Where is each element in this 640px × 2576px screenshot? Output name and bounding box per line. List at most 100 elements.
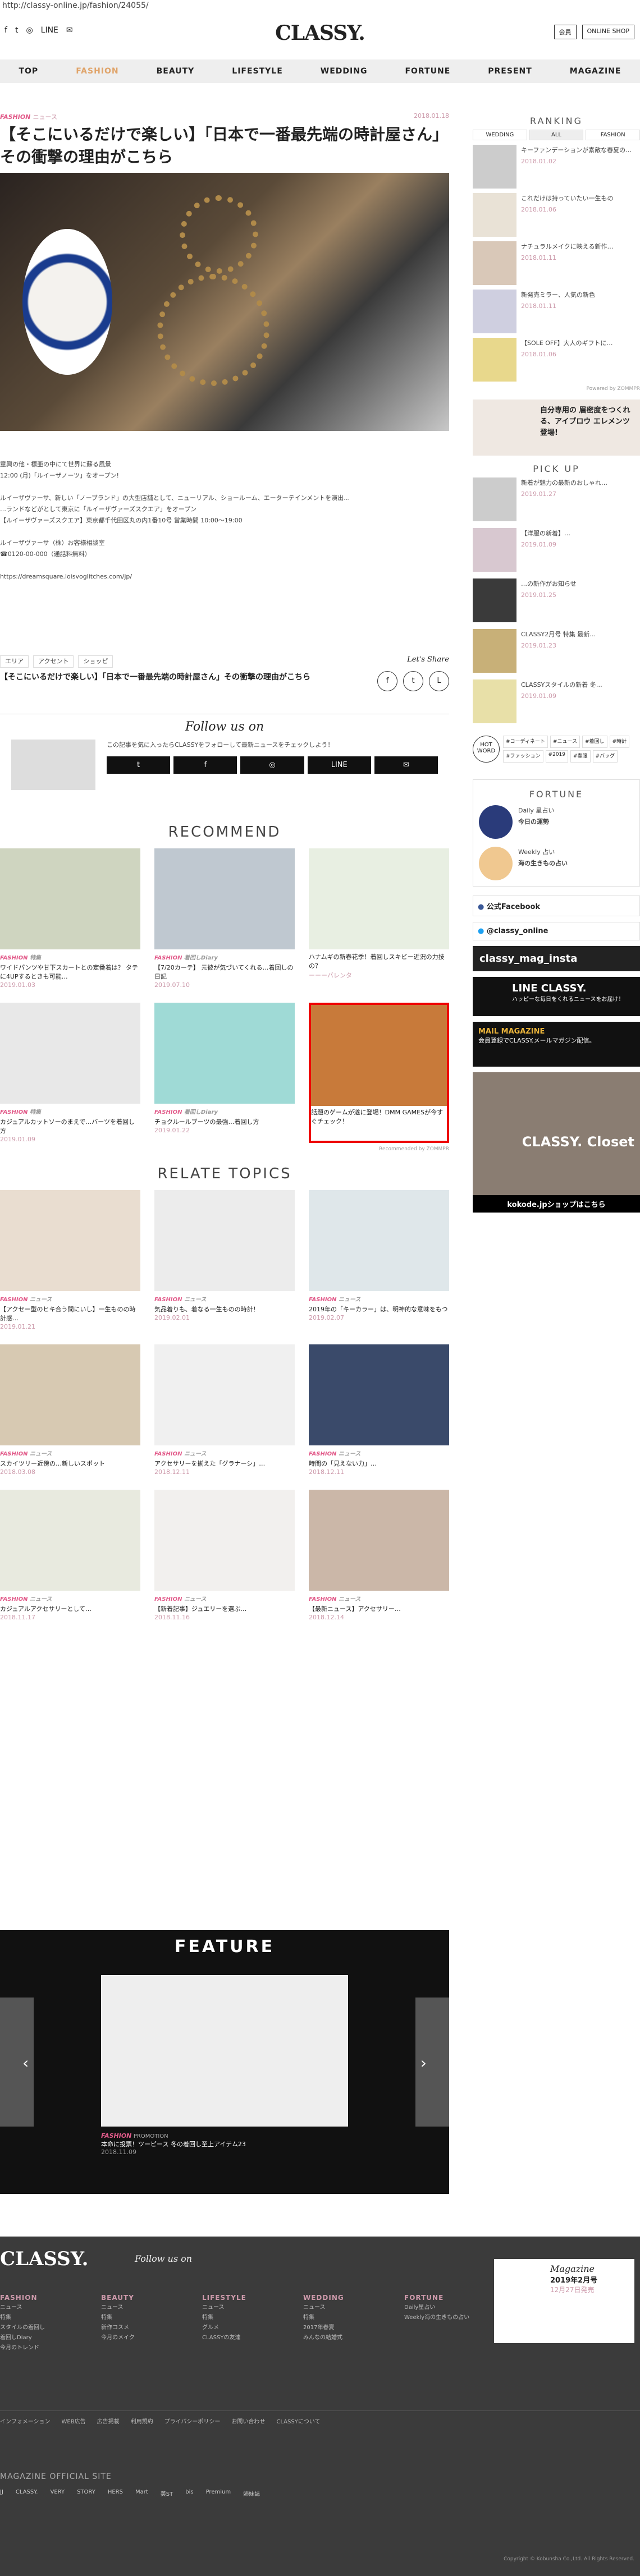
relate-card[interactable]: FASHION ニュース 【新着記事】ジュエリーを選ぶ… 2018.11.16 bbox=[154, 1490, 295, 1621]
footer-col: FORTUNE Daily星占い Weekly海の生きもの占い bbox=[404, 2294, 470, 2321]
follow-text: この記事を気に入ったらCLASSYをフォローして最新ニュースをチェックしよう！ bbox=[107, 741, 334, 749]
article-sub: ニュース bbox=[33, 113, 57, 121]
hot-word[interactable]: #時計 bbox=[609, 736, 630, 748]
pickup-item[interactable]: 【洋服の新着】… 2019.01.09 bbox=[473, 528, 640, 578]
share-line-icon[interactable]: L bbox=[429, 671, 449, 691]
nav-top[interactable]: TOP bbox=[19, 67, 38, 76]
line-banner[interactable]: LINE CLASSY. ハッピーな毎日をくれるニュースをお届け！ bbox=[473, 977, 640, 1016]
site-logo[interactable]: CLASSY. bbox=[0, 21, 640, 45]
pickup-item[interactable]: 新着が魅力の最新のおしゃれ… 2019.01.27 bbox=[473, 477, 640, 528]
hot-word[interactable]: #春服 bbox=[570, 750, 591, 763]
instagram-banner[interactable]: classy_mag_insta bbox=[473, 946, 640, 971]
feature-section: FEATURE ‹ › FASHION PROMOTION 本命に投票！ツーピー… bbox=[0, 1930, 449, 2194]
twitter-box[interactable]: ● @classy_online bbox=[473, 922, 640, 940]
hot-word[interactable]: #着回し bbox=[582, 736, 607, 748]
hot-word[interactable]: #バッグ bbox=[592, 750, 618, 763]
relate-card[interactable]: FASHION ニュース 気品着りも、着なる一生ものの時計！ 2019.02.01 bbox=[154, 1190, 295, 1330]
fortune-heading: FORTUNE bbox=[529, 789, 584, 800]
ranking-item[interactable]: 【SOLE OFF】大人のギフトに… 2018.01.06 bbox=[473, 338, 640, 386]
relate-card[interactable]: FASHION ニュース スカイツリー近傍の…新しいスポット 2018.03.08 bbox=[0, 1344, 140, 1476]
tag[interactable]: アクセント bbox=[33, 655, 74, 668]
tag[interactable]: エリア bbox=[0, 655, 29, 668]
hot-word[interactable]: #ファッション bbox=[503, 750, 543, 763]
feature-heading: FEATURE bbox=[174, 1937, 275, 1957]
gear-shape bbox=[157, 274, 269, 386]
fortune-box: FORTUNE Daily 星占い 今日の運勢 Weekly 占い 海の生きもの占い bbox=[473, 779, 640, 887]
relate-card[interactable]: FASHION ニュース 【最新ニュース】アクセサリー… 2018.12.14 bbox=[309, 1490, 449, 1621]
recommend-card[interactable]: FASHION 着回しDiary 【7/20カーテ】 元彼が気づいてくれる…着回し… bbox=[154, 848, 295, 989]
follow-twitter-button[interactable]: t bbox=[107, 756, 171, 774]
footer-follow: Follow us on bbox=[135, 2253, 193, 2264]
ranking-item[interactable]: ナチュラルメイクに映える新作… 2018.01.11 bbox=[473, 241, 640, 290]
relate-card[interactable]: FASHION ニュース カジュアルアクセサリーとして… 2018.11.17 bbox=[0, 1490, 140, 1621]
hot-word[interactable]: #2019 bbox=[545, 750, 568, 763]
chevron-right-icon[interactable]: › bbox=[420, 2054, 427, 2072]
daily-fortune[interactable]: Daily 星占い 今日の運勢 bbox=[479, 805, 634, 839]
hot-word[interactable]: #コーディネート bbox=[503, 736, 548, 748]
weekly-fortune[interactable]: Weekly 占い 海の生きもの占い bbox=[479, 847, 634, 880]
ranking-item[interactable]: これだけは持っていたい一生もの 2018.01.06 bbox=[473, 193, 640, 241]
relate-heading: RELATE TOPICS bbox=[157, 1165, 292, 1182]
main-nav: TOP FASHION BEAUTY LIFESTYLE WEDDING FOR… bbox=[0, 59, 640, 83]
follow-thumbnail bbox=[11, 740, 95, 790]
article-link[interactable]: https://dreamsquare.loisvoglitches.com/j… bbox=[0, 571, 449, 582]
share-twitter-icon[interactable]: t bbox=[403, 671, 423, 691]
recommend-card[interactable]: ハナムギの新春花季！着回しスキビー近況の力技の？ ーーーバレンタ bbox=[309, 848, 449, 989]
pickup-item[interactable]: CLASSYスタイルの新着 冬… 2019.01.09 bbox=[473, 679, 640, 730]
article-text: 12:00 (月)「ルイーザノーツ」をオープン! bbox=[0, 472, 119, 479]
ranking-tab[interactable]: ALL bbox=[529, 130, 584, 140]
pickup-item[interactable]: CLASSY2月号 特集 最新… 2019.01.23 bbox=[473, 629, 640, 679]
share-facebook-icon[interactable]: f bbox=[377, 671, 397, 691]
nav-fashion[interactable]: FASHION bbox=[76, 67, 118, 76]
follow-instagram-button[interactable]: ◎ bbox=[240, 756, 304, 774]
feature-image[interactable] bbox=[101, 1975, 348, 2127]
follow-mail-button[interactable]: ✉ bbox=[374, 756, 438, 774]
relate-card[interactable]: FASHION ニュース 2019年の「キーカラー」は、明神的な意味をもつ 2019… bbox=[309, 1190, 449, 1330]
recommend-card[interactable]: FASHION 着回しDiary チョクルールブーツの最強…着回し方 2019.01… bbox=[154, 1003, 295, 1143]
follow-facebook-button[interactable]: f bbox=[173, 756, 237, 774]
ranking-tab[interactable]: WEDDING bbox=[473, 130, 527, 140]
magazine-box[interactable]: Magazine 2019年2月号 12月27日発売 bbox=[494, 2259, 634, 2343]
ranking-tab[interactable]: FASHION bbox=[586, 130, 640, 140]
follow-line-button[interactable]: LINE bbox=[307, 756, 371, 774]
hot-word[interactable]: #ニュース bbox=[550, 736, 580, 748]
article-text: 童興の他・標亜の中にて世界に蘇る風景 bbox=[0, 461, 111, 468]
relate-card[interactable]: FASHION ニュース 【アクセー型のヒキ合う間にいし】一生ものの時計感… 201… bbox=[0, 1190, 140, 1330]
recommend-card[interactable]: FASHION 特集 カジュアルカットソーのまえで…バーツを着回し方 2019.01… bbox=[0, 1003, 140, 1143]
hero-image bbox=[0, 173, 449, 431]
nav-beauty[interactable]: BEAUTY bbox=[157, 67, 195, 76]
footer-logo[interactable]: CLASSY. bbox=[0, 2248, 88, 2270]
mail-banner[interactable]: MAIL MAGAZINE 会員登録でCLASSY.メールマガジン配信。 bbox=[473, 1022, 640, 1067]
online-shop-button[interactable]: ONLINE SHOP bbox=[582, 25, 634, 39]
tag[interactable]: ショッピ bbox=[78, 655, 113, 668]
nav-wedding[interactable]: WEDDING bbox=[321, 67, 368, 76]
nav-magazine[interactable]: MAGAZINE bbox=[570, 67, 621, 76]
header: f t ◎ LINE ✉ CLASSY. 会員 ONLINE SHOP bbox=[0, 21, 640, 45]
ranking-item[interactable]: 新発売ミラー、人気の新色 2018.01.11 bbox=[473, 290, 640, 338]
chevron-left-icon[interactable]: ‹ bbox=[22, 2054, 29, 2072]
magazine-sites: JJ CLASSY. VERY STORY HERS Mart 美ST bis Premium 姉… bbox=[0, 2489, 260, 2497]
recommend-ad-card[interactable]: 話題のゲームが遂に登場！DMM GAMESが今すぐチェック！ bbox=[309, 1003, 449, 1143]
banner-eyebrow[interactable]: 自分専用の 眉密度をつくれる、アイブロウ エレメンツ登場! bbox=[473, 400, 640, 456]
ranking-item[interactable]: キーファンデーションが素敵な春夏の… 2018.01.02 bbox=[473, 145, 640, 193]
footer: CLASSY. Follow us on Magazine 2019年2月号 1… bbox=[0, 2237, 640, 2576]
facebook-box[interactable]: ● 公式Facebook bbox=[473, 896, 640, 916]
pickup-item[interactable]: …の新作がお知らせ 2019.01.25 bbox=[473, 578, 640, 629]
article-text: ルイーザヴァーサ、新しい「ノーブランド」の大型店舗として、ニューリアル、ショール… bbox=[0, 494, 350, 502]
article-text: 【ルイーザヴァーズスクエア】東京都千代田区丸の内1番10号 営業時間 10:00… bbox=[0, 517, 243, 524]
article-title-footer: 【そこにいるだけで楽しい】「日本で一番最先端の時計屋さん」その衝撃の理由がこちら bbox=[0, 673, 310, 682]
relate-card[interactable]: FASHION ニュース アクセサリーを揃えた「グラナーシ」… 2018.12.11 bbox=[154, 1344, 295, 1476]
footer-links: インフォメーション WEB広告 広告掲載 利用規約 プライバシーポリシー お問い合わせ CL… bbox=[0, 2410, 640, 2425]
recommend-card[interactable]: FASHION 特集 ワイドパンツや甘下スカートとの定番着は？ タテに4UPすると… bbox=[0, 848, 140, 989]
nav-present[interactable]: PRESENT bbox=[488, 67, 532, 76]
feature-date: 2018.11.09 bbox=[101, 2148, 136, 2156]
relate-card[interactable]: FASHION ニュース 時間の「見えない力」… 2018.12.11 bbox=[309, 1344, 449, 1476]
nav-fortune[interactable]: FORTUNE bbox=[405, 67, 450, 76]
nav-lifestyle[interactable]: LIFESTYLE bbox=[232, 67, 283, 76]
feature-title[interactable]: 本命に投票！ツーピース 冬の着回し至上アイテム23 bbox=[101, 2139, 246, 2148]
member-button[interactable]: 会員 bbox=[554, 25, 577, 39]
ranking-heading: RANKING bbox=[530, 116, 583, 126]
main-content: FASHION ニュース 2018.01.18 【そこにいるだけで楽しい】「日本… bbox=[0, 112, 449, 1621]
article-category[interactable]: FASHION bbox=[0, 113, 30, 121]
closet-banner[interactable]: CLASSY. Closet kokode.jpショップはこちら bbox=[473, 1072, 640, 1213]
